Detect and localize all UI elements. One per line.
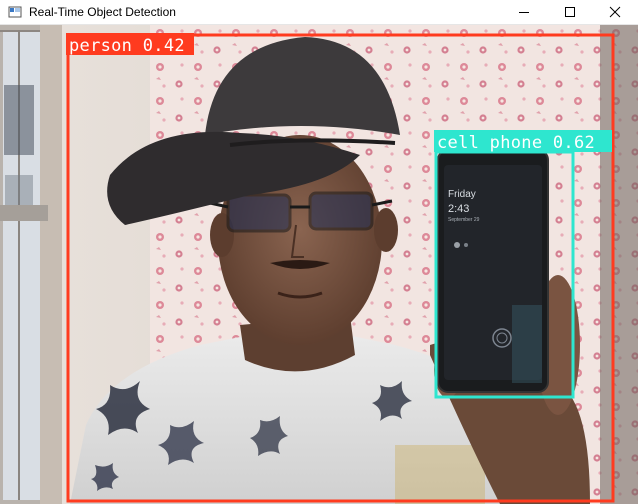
- close-button[interactable]: [592, 0, 638, 24]
- phone-notification-icon: [464, 243, 468, 247]
- phone-time: 2:43: [448, 203, 469, 215]
- detection-person-label: person 0.42: [69, 36, 185, 56]
- minimize-button[interactable]: [501, 0, 547, 24]
- video-feed: Friday 2:43 September 29 person 0.42 cel…: [0, 25, 638, 504]
- phone-day: Friday: [448, 189, 476, 200]
- detection-cell-phone-label: cell phone 0.62: [437, 133, 595, 153]
- close-icon: [609, 6, 621, 18]
- phone-date: September 29: [448, 217, 480, 223]
- app-icon: [8, 6, 22, 18]
- phone-whatsapp-icon: [454, 242, 460, 248]
- maximize-button[interactable]: [547, 0, 593, 24]
- title-bar[interactable]: Real-Time Object Detection: [0, 0, 638, 25]
- window-title: Real-Time Object Detection: [29, 5, 176, 19]
- camera-frame: Friday 2:43 September 29 person 0.42 cel…: [0, 25, 638, 504]
- minimize-icon: [519, 12, 529, 13]
- maximize-icon: [565, 7, 575, 17]
